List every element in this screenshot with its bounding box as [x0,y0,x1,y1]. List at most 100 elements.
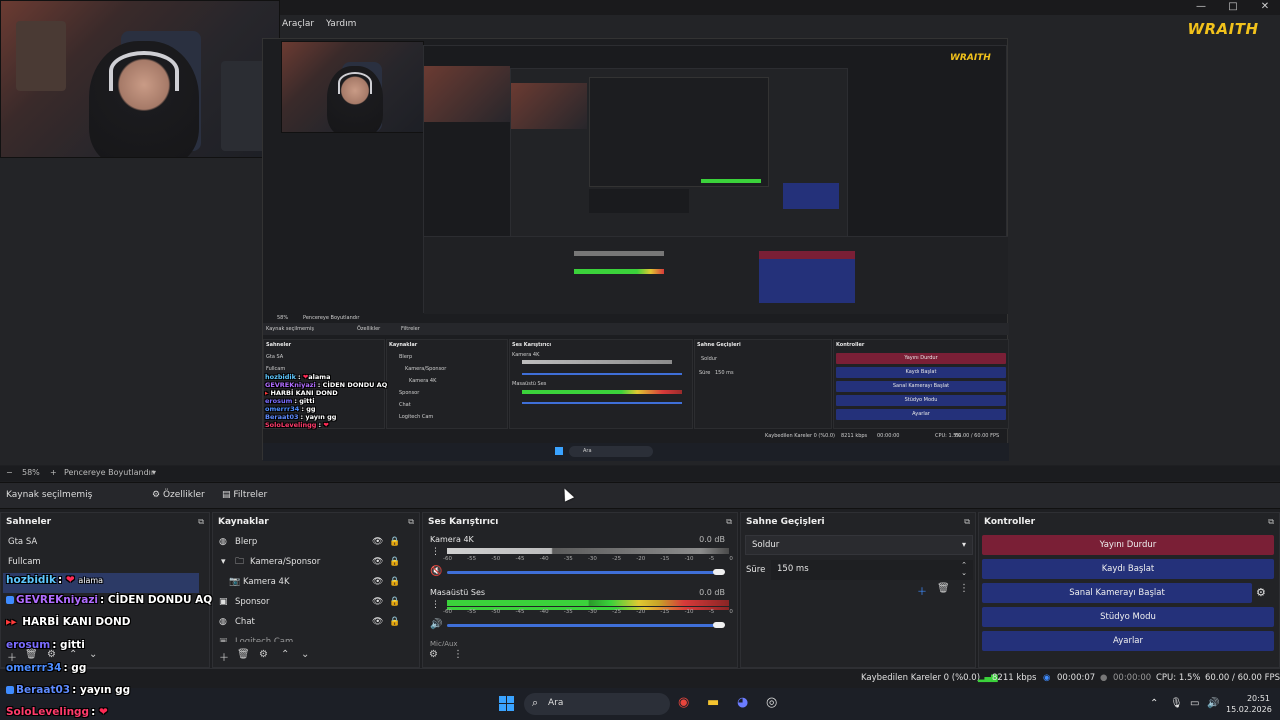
mixer-title: Ses Karıştırıcı [428,517,499,527]
chevron-down-icon: ▾ [961,540,966,549]
eye-icon[interactable]: 👁 [372,612,383,632]
volume-knob[interactable] [713,569,725,575]
maximize-icon[interactable]: □ [1226,1,1240,12]
channel-menu-icon[interactable]: ⋮ [431,547,440,557]
duration-input[interactable]: 150 ms ⌃ ⌄ [771,560,973,580]
mixer-menu-icon[interactable]: ⋮ [453,649,463,660]
spinner-icon: ⌃ ⌄ [961,561,967,577]
source-item[interactable]: ▾ 🗀 Kamera/Sponsor 👁 🔒 [213,552,403,572]
lock-icon[interactable]: 🔒 [389,612,400,632]
dock-popout-icon[interactable]: ⧉ [1268,517,1274,527]
nested-fit: Pencereye Boyutlandır [303,315,360,321]
minimize-icon[interactable]: — [1194,1,1208,12]
nested-status-kbps: 8211 kbps [841,433,868,439]
volume-slider[interactable] [447,624,723,627]
chat-message: Beraat03: yayın gg [6,684,130,696]
settings-button[interactable]: Ayarlar [982,631,1274,651]
chat-message: erosum: gitti [6,639,85,651]
scenes-title: Sahneler [6,517,52,527]
move-up-icon[interactable]: ⌃ [281,649,289,660]
status-bar: Kaybedilen Kareler 0 (%0.0) ▂▄▆ 8211 kbp… [0,668,1280,688]
search-icon: ⌕ [532,696,539,709]
record-icon: ● [1100,673,1108,683]
source-item[interactable]: ◍ Chat 👁 🔒 [213,612,403,632]
nested-status-fps: 60.00 / 60.00 FPS [955,433,1000,439]
remove-transition-icon[interactable]: 🗑 [937,583,950,594]
transition-menu-icon[interactable]: ⋮ [959,583,969,594]
close-icon[interactable]: ✕ [1258,1,1272,12]
lock-icon[interactable]: 🔒 [389,592,400,612]
scene-item[interactable]: Fullcam [8,552,41,572]
move-down-icon[interactable]: ⌄ [89,649,97,660]
discord-icon[interactable]: ◕ [737,695,748,710]
speaker-icon[interactable]: 🔊 [430,619,442,630]
scene-item[interactable]: Gta SA [8,532,37,552]
eye-icon[interactable]: 👁 [372,552,383,572]
lock-icon[interactable]: 🔒 [389,572,400,592]
cpu-usage: CPU: 1.5% [1156,673,1201,683]
add-source-icon[interactable]: ＋ [219,649,229,664]
channel-menu-icon[interactable]: ⋮ [431,600,440,610]
studio-mode-button[interactable]: Stüdyo Modu [982,607,1274,627]
dropped-frames: Kaybedilen Kareler 0 (%0.0) [861,673,981,683]
source-item[interactable]: ◍ Blerp 👁 🔒 [213,532,403,552]
filters-button[interactable]: ▤ Filtreler [222,490,267,500]
nested-webcam [281,41,424,133]
file-explorer-icon[interactable]: ▬ [707,695,719,710]
add-transition-icon[interactable]: ＋ [917,583,927,598]
transition-select[interactable]: Soldur ▾ [745,535,973,555]
fit-window-button[interactable]: Pencereye Boyutlandır [64,468,154,477]
zoom-in-button[interactable]: + [50,468,57,477]
eye-icon[interactable]: 👁 [372,592,383,612]
blerp-icon: ◍ [219,537,227,547]
taskbar-search[interactable]: ⌕ Ara [524,693,670,715]
microphone-icon[interactable]: 🎙 [1170,698,1183,709]
start-virtual-camera-button[interactable]: Sanal Kamerayı Başlat [982,583,1252,603]
lock-icon[interactable]: 🔒 [389,532,400,552]
no-source-label: Kaynak seçilmemiş [6,490,93,500]
volume-knob[interactable] [713,622,725,628]
gear-icon: ⚙ [152,490,161,500]
remove-source-icon[interactable]: 🗑 [237,649,250,660]
controls-title: Kontroller [984,517,1036,527]
virtual-camera-settings-icon[interactable]: ⚙ [1256,586,1266,599]
chat-message: hozbidik: ❤ alama [6,574,104,586]
eye-icon[interactable]: 👁 [372,572,383,592]
zoom-out-button[interactable]: − [6,468,13,477]
mixer-settings-icon[interactable]: ⚙ [429,649,438,660]
start-recording-button[interactable]: Kaydı Başlat [982,559,1274,579]
windows-start-icon[interactable] [499,696,514,711]
muted-speaker-icon[interactable]: 🔇 [430,566,442,577]
dock-popout-icon[interactable]: ⧉ [198,517,204,527]
volume-slider[interactable] [447,571,723,574]
nested-inner-screen: WRAITH [423,45,1008,314]
webcam-feed [0,0,280,158]
obs-icon[interactable]: ◎ [766,695,777,710]
fit-caret-icon[interactable]: ▾ [152,468,156,477]
nested-mixer-dock: Ses Karıştırıcı Kamera 4K Masaüstü Ses [509,339,693,429]
lock-icon[interactable]: 🔒 [389,552,400,572]
expand-caret-icon[interactable]: ▾ [221,552,226,572]
source-item[interactable]: ▣ Sponsor 👁 🔒 [213,592,403,612]
nested-controls-dock: Kontroller Yayını Durdur Kaydı Başlat Sa… [833,339,1009,429]
dock-popout-icon[interactable]: ⧉ [408,517,414,527]
source-item[interactable]: 📷 Kamera 4K 👁 🔒 [213,572,403,592]
network-icon[interactable]: ▭ [1190,698,1199,709]
move-down-icon[interactable]: ⌄ [301,649,309,660]
dock-popout-icon[interactable]: ⧉ [726,517,732,527]
camera-icon: 📷 [229,577,241,587]
tray-chevron-icon[interactable]: ⌃ [1150,698,1158,709]
sources-title: Kaynaklar [218,517,269,527]
properties-button[interactable]: ⚙ Özellikler [152,490,205,500]
volume-icon[interactable]: 🔊 [1207,698,1219,709]
duration-label: Süre [746,565,766,575]
eye-icon[interactable]: 👁 [372,532,383,552]
clock[interactable]: 20:51 15.02.2026 [1226,693,1272,715]
chrome-icon[interactable]: ◉ [678,695,689,710]
dock-popout-icon[interactable]: ⧉ [964,517,970,527]
nested-menubar: Araçlar Yardım [282,15,356,33]
source-settings-icon[interactable]: ⚙ [259,649,268,660]
stop-stream-button[interactable]: Yayını Durdur [982,535,1274,555]
nested-filters: Filtreler [401,326,420,332]
source-item[interactable]: ▣ Logitech Cam [213,632,403,642]
